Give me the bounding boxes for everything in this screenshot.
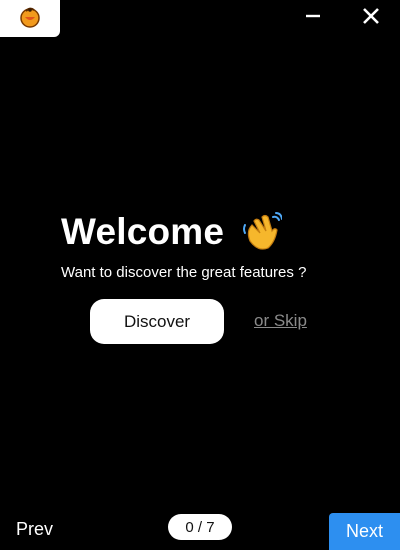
skip-link[interactable]: or Skip (254, 311, 307, 331)
page-indicator: 0 / 7 (168, 514, 232, 540)
close-icon (362, 7, 380, 30)
welcome-title: Welcome (61, 211, 225, 252)
next-button[interactable]: Next (329, 513, 400, 550)
close-button[interactable] (356, 4, 386, 32)
welcome-heading: Welcome (61, 210, 381, 254)
discover-button[interactable]: Discover (90, 299, 224, 344)
app-logo-tile (0, 0, 60, 37)
welcome-block: Welcome Want to discover the great featu… (61, 210, 381, 281)
minimize-button[interactable] (298, 4, 328, 32)
welcome-subtitle: Want to discover the great features ? (61, 264, 307, 281)
app-logo-icon (17, 3, 43, 34)
waving-hand-icon (240, 211, 284, 253)
minimize-icon (304, 7, 322, 30)
prev-button[interactable]: Prev (16, 519, 53, 540)
onboarding-window: Welcome Want to discover the great featu… (0, 0, 400, 550)
